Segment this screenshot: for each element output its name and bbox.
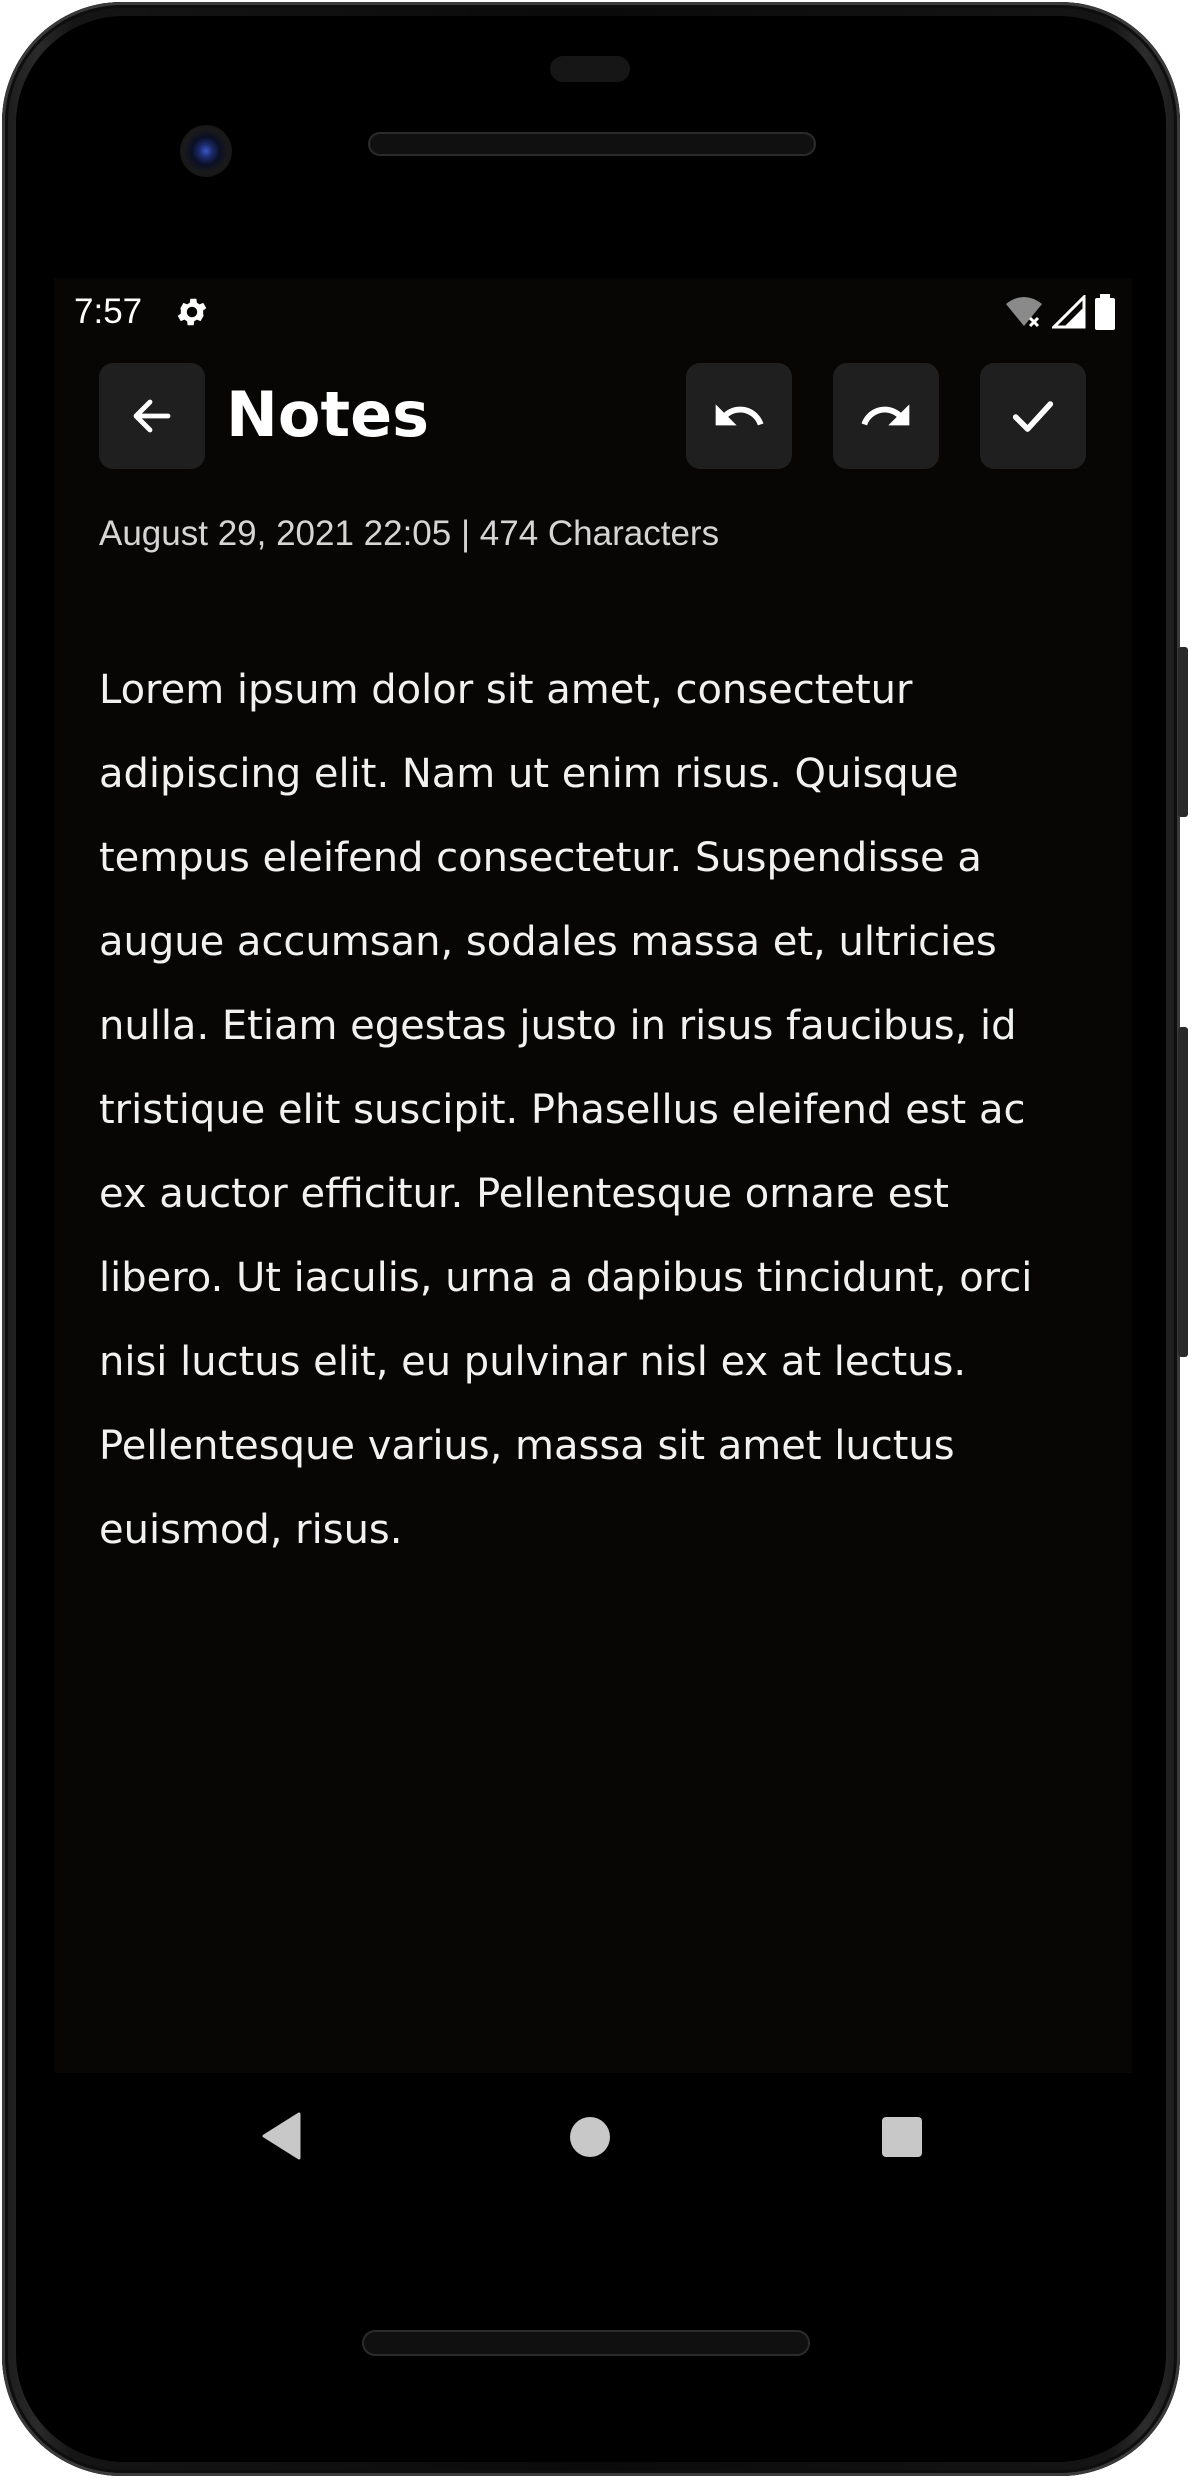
bottom-speaker [362,2330,810,2356]
volume-button [1178,1027,1188,1357]
status-icons [1004,294,1116,330]
redo-button[interactable] [833,363,939,469]
nav-recents-icon[interactable] [882,2117,922,2157]
arrow-left-icon [133,399,171,433]
status-time: 7:57 [74,292,143,331]
back-button[interactable] [99,363,205,469]
undo-icon [715,404,764,426]
gear-icon [177,298,207,326]
check-icon [1012,401,1054,432]
save-button[interactable] [980,363,1086,469]
top-speaker [368,132,816,156]
undo-button[interactable] [686,363,792,469]
redo-icon [861,404,910,426]
screen: 7:57 Notes August 29, 2021 22:05 | 474 C… [54,278,1132,2073]
signal-icon [1052,295,1086,329]
sensor-slot [550,56,630,82]
navigation-bar [54,2073,1132,2203]
wifi-off-icon [1006,297,1042,328]
toolbar: Notes [99,363,1089,469]
front-camera [180,125,232,177]
page-title: Notes [226,378,430,451]
note-meta: August 29, 2021 22:05 | 474 Characters [99,514,720,553]
nav-home-icon[interactable] [570,2117,610,2157]
nav-back-icon[interactable] [261,2111,301,2161]
battery-icon [1095,294,1115,330]
status-bar: 7:57 [54,278,1132,344]
note-body[interactable]: Lorem ipsum dolor sit amet, consectetur … [99,648,1059,1572]
power-button [1178,647,1188,817]
